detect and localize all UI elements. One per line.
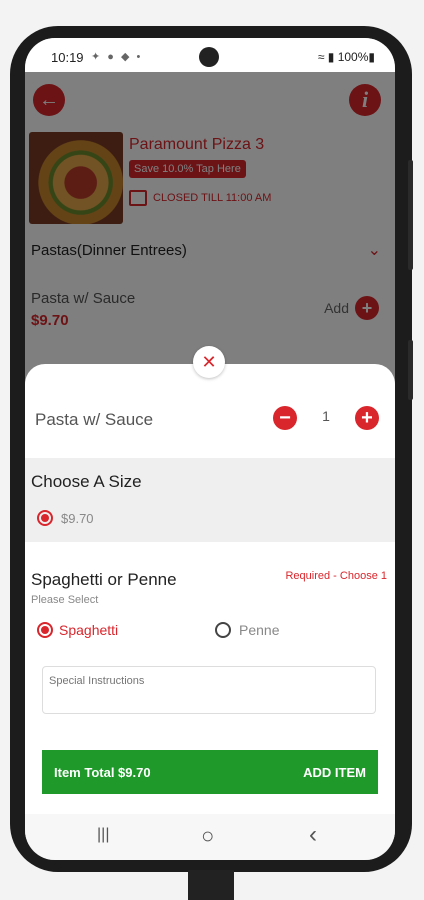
nav-back-icon[interactable]: ‹ [309,821,317,849]
camera-hole [199,47,219,67]
item-options-sheet: Pasta w/ Sauce − 1 + Choose A Size $9.70… [25,364,395,814]
power-button [408,340,413,400]
size-section: Choose A Size $9.70 [25,458,395,542]
special-instructions-field[interactable] [42,666,376,714]
add-item-button[interactable]: Item Total $9.70 ADD ITEM [42,750,378,794]
size-radio-selected[interactable] [37,510,53,526]
status-bar: 10:19 ✦ ● ◆ • ≈ ▮ 100%▮ [25,38,395,72]
size-section-title: Choose A Size [31,472,142,491]
close-icon[interactable]: ✕ [193,346,225,378]
battery-signal-indicator: ≈ ▮ 100%▮ [317,50,375,64]
option-penne[interactable]: Penne [215,622,279,638]
phone-screen: 10:19 ✦ ● ◆ • ≈ ▮ 100%▮ ← i Paramount Pi… [25,38,395,860]
spaghetti-label: Spaghetti [59,622,119,638]
volume-button [408,160,413,270]
home-icon[interactable]: ○ [201,823,214,849]
penne-radio[interactable] [215,622,231,638]
size-option-price: $9.70 [61,510,94,526]
system-nav-bar: ||| ○ ‹ [25,814,395,860]
add-item-label: ADD ITEM [303,764,366,780]
charging-cable [188,870,234,900]
notification-icons: ✦ ● ◆ • [91,51,143,63]
quantity-value: 1 [322,408,330,424]
pasta-section-subtitle: Please Select [31,594,99,606]
status-time: 10:19 [51,50,84,65]
quantity-increase-button[interactable]: + [355,406,379,430]
item-total: Item Total $9.70 [54,764,151,780]
required-label: Required - Choose 1 [285,570,387,582]
pasta-section-title: Spaghetti or Penne [31,570,177,589]
sheet-item-title: Pasta w/ Sauce [35,410,154,429]
recents-icon[interactable]: ||| [97,826,109,844]
penne-label: Penne [239,622,280,638]
spaghetti-radio[interactable] [37,622,53,638]
option-spaghetti[interactable]: Spaghetti [37,622,118,638]
quantity-decrease-button[interactable]: − [273,406,297,430]
size-option[interactable]: $9.70 [37,510,94,526]
